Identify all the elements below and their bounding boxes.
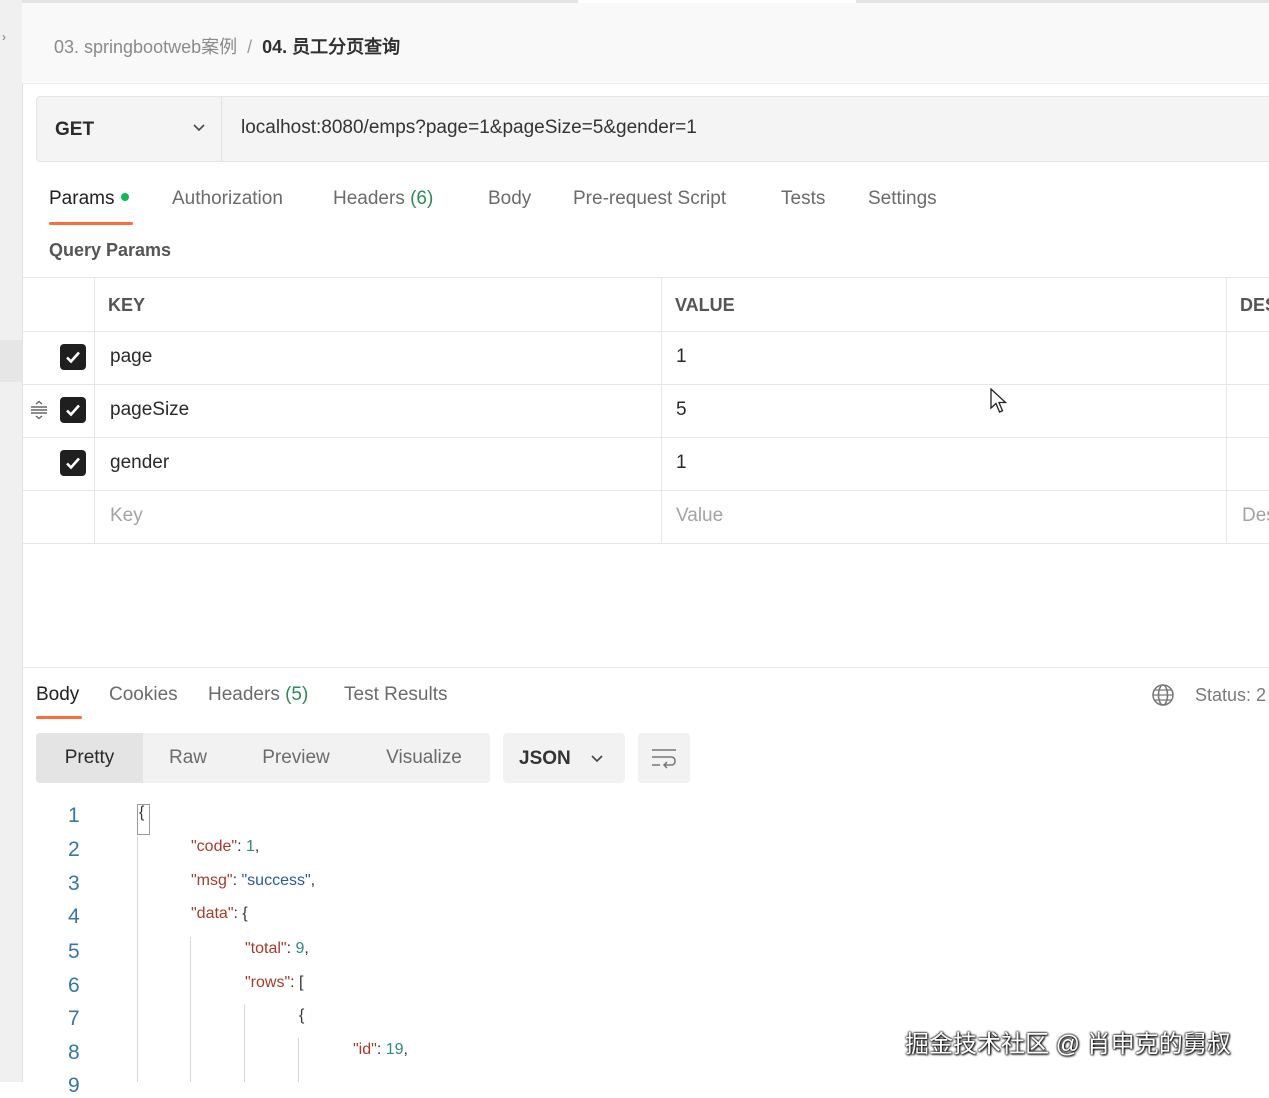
column-divider: [94, 277, 95, 544]
request-header: 03. springbootweb案例 / 04. 员工分页查询: [22, 3, 1269, 84]
format-select[interactable]: JSON: [503, 733, 625, 783]
chevron-down-icon: [591, 755, 603, 763]
indent-guide: [298, 1038, 299, 1082]
code-line: "data": {: [191, 905, 248, 922]
view-pretty-button[interactable]: Pretty: [36, 733, 143, 783]
column-key-header: KEY: [108, 295, 146, 315]
param-value[interactable]: 1: [676, 452, 687, 474]
line-number: 5: [68, 940, 80, 963]
response-tab-headers-count: (5): [285, 684, 309, 705]
table-row: gender 1: [22, 437, 1269, 491]
tab-params-label: Params: [49, 188, 115, 209]
code-line: "msg": "success",: [191, 872, 316, 889]
response-tab-underline: [36, 716, 82, 719]
url-input[interactable]: localhost:8080/emps?page=1&pageSize=5&ge…: [241, 117, 697, 139]
query-params-table: KEY VALUE DES page 1 pageSize 5 gender 1…: [22, 277, 1269, 545]
table-row: pageSize 5: [22, 384, 1269, 438]
code-line: "code": 1,: [191, 838, 260, 855]
response-tab-body[interactable]: Body: [36, 684, 79, 706]
tab-headers-label: Headers: [333, 188, 405, 209]
code-line: "rows": [: [245, 974, 304, 991]
wrap-lines-button[interactable]: [638, 733, 690, 783]
new-value-input[interactable]: Value: [676, 505, 723, 527]
watermark: 掘金技术社区 @ 肖申克的舅叔: [905, 1031, 1231, 1058]
code-line: "total": 9,: [245, 940, 309, 957]
column-value-header: VALUE: [675, 295, 735, 315]
column-divider: [1226, 277, 1227, 544]
checkmark-icon: [66, 457, 80, 470]
globe-icon[interactable]: [1151, 683, 1175, 707]
param-value[interactable]: 5: [676, 399, 687, 421]
code-line: {: [299, 1007, 305, 1024]
tab-headers[interactable]: Headers (6): [333, 188, 433, 210]
tab-prerequest-script[interactable]: Pre-request Script: [573, 188, 726, 210]
param-value[interactable]: 1: [676, 346, 687, 368]
request-tabs: Params Authorization Headers (6) Body Pr…: [22, 180, 1269, 226]
breadcrumb: 03. springbootweb案例 / 04. 员工分页查询: [54, 33, 400, 59]
chevron-down-icon: [193, 124, 205, 132]
code-line: "id": 19,: [353, 1041, 408, 1058]
response-tab-headers-label: Headers: [208, 684, 280, 705]
indent-guide: [137, 836, 138, 1082]
drag-handle-icon[interactable]: [30, 400, 48, 420]
query-params-title: Query Params: [49, 240, 172, 260]
url-bar: GET localhost:8080/emps?page=1&pageSize=…: [36, 96, 1269, 162]
tab-authorization[interactable]: Authorization: [172, 188, 283, 210]
line-number: 4: [68, 905, 80, 928]
table-header-row: KEY VALUE DES: [22, 278, 1269, 332]
table-row-new: Key Value Des: [22, 490, 1269, 544]
view-mode-group: Pretty Raw Preview Visualize: [36, 733, 490, 783]
breadcrumb-parent[interactable]: 03. springbootweb案例: [54, 37, 237, 57]
checkmark-icon: [66, 404, 80, 417]
checkmark-icon: [66, 351, 80, 364]
tab-tests[interactable]: Tests: [781, 188, 825, 210]
response-status: Status: 2: [1195, 685, 1267, 705]
view-visualize-button[interactable]: Visualize: [366, 733, 482, 783]
params-indicator-dot: [121, 192, 130, 201]
tab-settings[interactable]: Settings: [868, 188, 937, 210]
view-preview-button[interactable]: Preview: [241, 733, 351, 783]
view-raw-button[interactable]: Raw: [143, 733, 233, 783]
indent-guide: [244, 1004, 245, 1082]
tab-params[interactable]: Params: [49, 188, 130, 210]
response-tab-cookies[interactable]: Cookies: [109, 684, 178, 706]
sidebar-strip: ›: [0, 0, 23, 1082]
param-enabled-checkbox[interactable]: [60, 344, 86, 370]
param-enabled-checkbox[interactable]: [60, 450, 86, 476]
column-divider: [661, 277, 662, 544]
line-number: 3: [68, 872, 80, 895]
response-tab-test-results[interactable]: Test Results: [344, 684, 447, 706]
mouse-cursor-icon: [990, 388, 1008, 413]
method-label: GET: [55, 119, 95, 140]
method-select[interactable]: GET: [37, 97, 222, 161]
format-label: JSON: [519, 748, 571, 769]
param-key[interactable]: pageSize: [110, 399, 189, 421]
collapse-arrow-icon[interactable]: ›: [2, 30, 6, 44]
pane-divider[interactable]: [22, 667, 1269, 668]
breadcrumb-separator: /: [247, 37, 253, 57]
tab-body[interactable]: Body: [488, 188, 531, 210]
line-number: 1: [68, 804, 80, 827]
code-line: {: [139, 804, 145, 821]
new-key-input[interactable]: Key: [110, 505, 143, 527]
sidebar-active-marker: [0, 340, 22, 382]
breadcrumb-current[interactable]: 04. 员工分页查询: [262, 37, 400, 57]
wrap-lines-icon: [652, 749, 676, 769]
line-number: 8: [68, 1041, 80, 1064]
new-description-input[interactable]: Des: [1242, 505, 1269, 527]
active-tab-underline: [49, 222, 133, 225]
line-number: 7: [68, 1007, 80, 1030]
column-description-header: DES: [1240, 295, 1269, 315]
param-key[interactable]: page: [110, 346, 152, 368]
param-key[interactable]: gender: [110, 452, 169, 474]
line-number: 9: [68, 1074, 80, 1097]
line-number: 6: [68, 974, 80, 997]
param-enabled-checkbox[interactable]: [60, 397, 86, 423]
table-row: page 1: [22, 331, 1269, 385]
response-tab-headers[interactable]: Headers (5): [208, 684, 308, 706]
indent-guide: [190, 937, 191, 1082]
tab-headers-count: (6): [410, 188, 434, 209]
line-number: 2: [68, 838, 80, 861]
